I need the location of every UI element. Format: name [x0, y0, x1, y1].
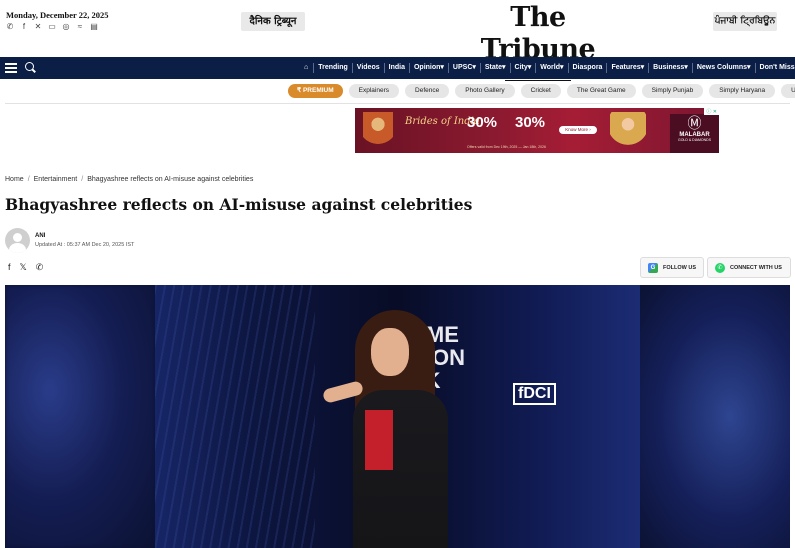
- whatsapp-share-icon[interactable]: ✆: [36, 262, 44, 272]
- follow-us-button[interactable]: G FOLLOW US: [640, 257, 704, 278]
- nav-item-videos[interactable]: Videos: [353, 63, 385, 73]
- ad-offer-1: 30%: [467, 114, 498, 131]
- menu-icon[interactable]: [5, 63, 17, 73]
- premium-chip[interactable]: ₹ PREMIUM: [288, 84, 343, 98]
- current-date: Monday, December 22, 2025: [6, 10, 109, 20]
- whatsapp-icon[interactable]: ✆: [6, 23, 14, 31]
- author-avatar: [5, 228, 30, 253]
- hero-backdrop-lines: [155, 285, 315, 548]
- updated-timestamp: Updated At : 05:37 AM Dec 20, 2025 IST: [35, 242, 135, 248]
- punjabi-edition-link[interactable]: ਪੰਜਾਬੀ ਟ੍ਰਿਬਿਊਨ: [713, 12, 777, 31]
- ad-model-image: [610, 112, 646, 153]
- youtube-icon[interactable]: ▭: [48, 23, 56, 31]
- share-icons: f 𝕏 ✆: [8, 262, 43, 272]
- hero-subject: [321, 310, 473, 548]
- epaper-icon[interactable]: ▤: [90, 23, 98, 31]
- breadcrumb-separator: /: [27, 176, 30, 183]
- google-news-icon: G: [648, 262, 658, 273]
- whatsapp-icon: ✆: [715, 262, 725, 273]
- search-icon[interactable]: [25, 62, 34, 71]
- breadcrumb-home[interactable]: Home: [5, 176, 24, 183]
- hero-blur-left: [5, 285, 155, 548]
- subject-blouse: [365, 410, 393, 470]
- hero-blur-right: [640, 285, 790, 548]
- home-icon[interactable]: ⌂: [300, 63, 315, 73]
- ad-banner[interactable]: Brides of India 30% 30% Know More › Offe…: [355, 108, 719, 153]
- social-links: ✆ f ✕ ▭ ◎ ≈ ▤: [6, 23, 98, 31]
- nav-item-city[interactable]: City▾: [511, 63, 537, 73]
- facebook-icon[interactable]: f: [20, 23, 28, 31]
- malabar-logo-icon: Ⓜ: [687, 115, 702, 131]
- breadcrumb-separator: /: [81, 176, 84, 183]
- divider: [5, 103, 790, 104]
- nav-item-business[interactable]: Business▾: [649, 63, 693, 73]
- nav-item-dont-miss[interactable]: Don't Miss: [756, 63, 795, 73]
- ad-brand-sub: GOLD & DIAMONDS: [677, 138, 712, 142]
- premium-label: PREMIUM: [302, 87, 334, 94]
- ad-know-more-button[interactable]: Know More ›: [559, 126, 597, 134]
- nav-item-opinion[interactable]: Opinion▾: [410, 63, 449, 73]
- breadcrumb: Home / Entertainment / Bhagyashree refle…: [5, 176, 253, 183]
- category-chip[interactable]: Explainers: [348, 84, 400, 98]
- article-title: Bhagyashree reflects on AI-misuse agains…: [5, 195, 473, 214]
- nav-item-features[interactable]: Features▾: [607, 63, 650, 73]
- breadcrumb-current: Bhagyashree reflects on AI-misuse agains…: [87, 176, 254, 183]
- x-icon[interactable]: ✕: [34, 23, 42, 31]
- top-header: Monday, December 22, 2025 ✆ f ✕ ▭ ◎ ≈ ▤ …: [0, 0, 795, 81]
- category-row: ₹ PREMIUM Explainers Defence Photo Galle…: [288, 84, 795, 98]
- hindi-edition-link[interactable]: दैनिक ट्रिब्यून: [241, 12, 305, 31]
- nav-item-world[interactable]: World▾: [536, 63, 569, 73]
- ad-offer-2: 30%: [515, 114, 546, 131]
- subject-face: [371, 328, 409, 376]
- category-chip[interactable]: Cricket: [520, 84, 561, 98]
- nav-item-upsc[interactable]: UPSC▾: [449, 63, 481, 73]
- category-chip[interactable]: Defence: [405, 84, 450, 98]
- nav-item-diaspora[interactable]: Diaspora: [569, 63, 608, 73]
- instagram-icon[interactable]: ◎: [62, 23, 70, 31]
- nav-item-trending[interactable]: Trending: [314, 63, 353, 73]
- hero-image: KME HION EK fDCI: [5, 285, 790, 548]
- category-chip[interactable]: Simply Punjab: [641, 84, 704, 98]
- connect-label: CONNECT WITH US: [730, 264, 782, 271]
- main-nav: ⌂ Trending Videos India Opinion▾ UPSC▾ S…: [0, 57, 795, 79]
- category-chip[interactable]: Photo Gallery: [455, 84, 515, 98]
- nav-item-state[interactable]: State▾: [481, 63, 511, 73]
- rss-icon[interactable]: ≈: [76, 23, 84, 31]
- nav-items: ⌂ Trending Videos India Opinion▾ UPSC▾ S…: [300, 57, 795, 79]
- x-share-icon[interactable]: 𝕏: [20, 262, 27, 272]
- category-chip[interactable]: The Great Game: [566, 84, 636, 98]
- category-chip[interactable]: Simply Haryana: [709, 84, 776, 98]
- nav-item-india[interactable]: India: [385, 63, 410, 73]
- breadcrumb-section[interactable]: Entertainment: [34, 176, 78, 183]
- connect-with-us-button[interactable]: ✆ CONNECT WITH US: [707, 257, 791, 278]
- ad-model-image: [363, 112, 393, 153]
- ad-brand: Ⓜ MALABAR GOLD & DIAMONDS: [670, 114, 719, 153]
- follow-us-label: FOLLOW US: [663, 264, 696, 271]
- hero-fdci-logo: fDCI: [513, 383, 556, 405]
- nav-item-news-columns[interactable]: News Columns▾: [693, 63, 756, 73]
- author-name[interactable]: ANI: [35, 233, 45, 239]
- ad-footer: Offers valid from Dec 19th, 2025 — Jan 1…: [467, 145, 546, 149]
- adchoices-icon[interactable]: ⓘ ✕: [704, 108, 719, 115]
- facebook-share-icon[interactable]: f: [8, 262, 11, 272]
- category-chip[interactable]: UPSC: [781, 84, 795, 98]
